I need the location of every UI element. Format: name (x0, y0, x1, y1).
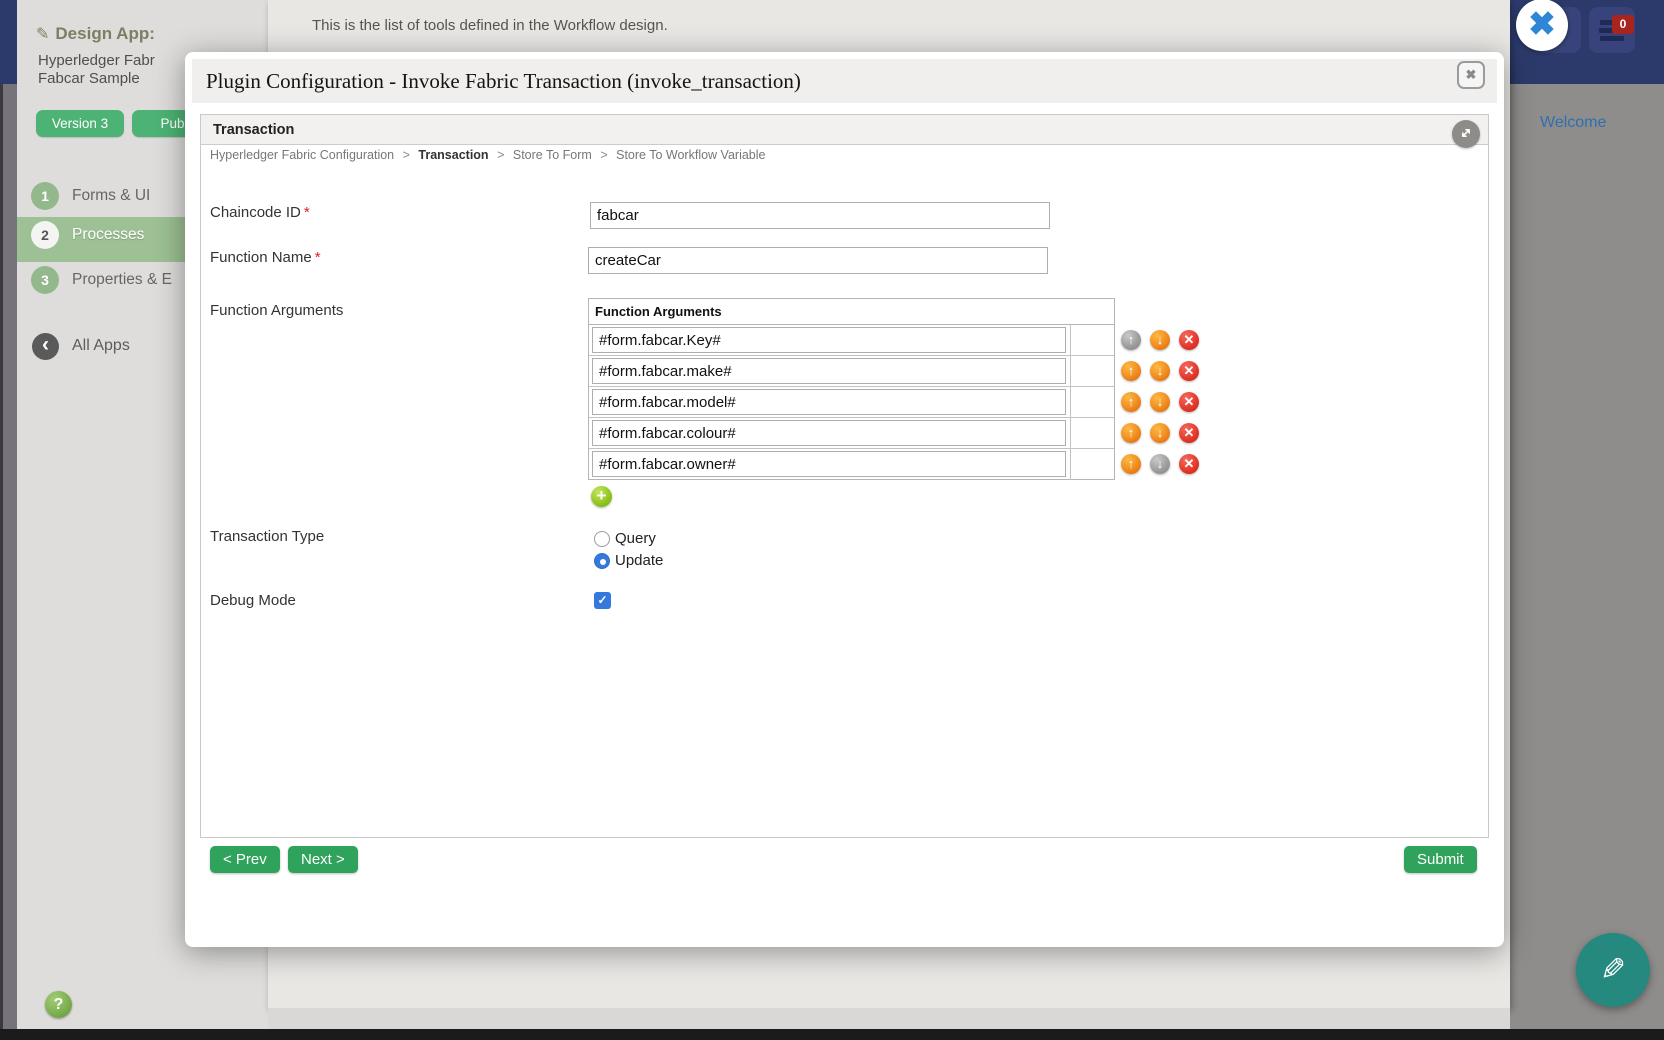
section-header: Transaction (201, 115, 1488, 145)
radio-query-label[interactable]: Query (615, 530, 656, 547)
move-down-icon: ↓ (1150, 454, 1170, 474)
add-argument-button[interactable]: + (591, 486, 612, 507)
expand-icon (1462, 129, 1470, 137)
help-button[interactable]: ? (45, 991, 72, 1018)
pencil-icon: ✎ (1600, 952, 1626, 987)
debug-mode-label: Debug Mode (210, 592, 296, 609)
move-down-icon[interactable]: ↓ (1150, 423, 1170, 443)
app-name: Hyperledger Fabr Fabcar Sample (38, 52, 155, 88)
table-row (589, 356, 1114, 387)
welcome-link[interactable]: Welcome (1540, 114, 1606, 132)
app-name-line1: Hyperledger Fabr (38, 52, 155, 69)
floating-close-button[interactable]: ✖ (1516, 0, 1568, 51)
function-arguments-table: Function Arguments (588, 298, 1115, 480)
transaction-type-label: Transaction Type (210, 528, 325, 545)
expand-dialog-button[interactable] (1452, 120, 1480, 148)
required-marker: * (314, 249, 321, 266)
function-arguments-label: Function Arguments (210, 302, 344, 319)
row-controls: ↑ ↓ ✕ (1121, 392, 1221, 412)
required-marker: * (303, 204, 310, 221)
edit-pencil-icon: ✎ (36, 26, 50, 43)
submit-button[interactable]: Submit (1404, 846, 1477, 873)
bottom-black-bar (0, 1029, 1664, 1040)
breadcrumb-segment: Store To Workflow Variable (616, 148, 766, 162)
function-name-input[interactable] (588, 247, 1048, 274)
step-number: 1 (31, 182, 59, 210)
move-up-icon[interactable]: ↑ (1121, 454, 1141, 474)
section-title: Transaction (213, 122, 295, 138)
argument-input[interactable] (592, 358, 1066, 384)
table-row (589, 387, 1114, 418)
sidebar-item-label: Processes (72, 226, 145, 243)
move-down-icon[interactable]: ↓ (1150, 330, 1170, 350)
prev-button[interactable]: < Prev (210, 846, 280, 873)
debug-mode-checkbox[interactable]: ✓ (594, 592, 611, 609)
delete-row-icon[interactable]: ✕ (1179, 392, 1199, 412)
plugin-configuration-dialog: Plugin Configuration - Invoke Fabric Tra… (185, 52, 1504, 947)
move-up-icon[interactable]: ↑ (1121, 392, 1141, 412)
move-down-icon[interactable]: ↓ (1150, 361, 1170, 381)
app-name-line2: Fabcar Sample (38, 70, 140, 87)
argument-input[interactable] (592, 389, 1066, 415)
wizard-breadcrumb: Hyperledger Fabric Configuration > Trans… (210, 148, 765, 162)
sidebar-item-label: Properties & E (72, 271, 172, 288)
checkmark-icon: ✓ (597, 593, 608, 607)
breadcrumb-segment: Store To Form (512, 148, 592, 162)
design-app-heading: ✎ Design App: (36, 24, 155, 43)
row-controls: ↑ ↓ ✕ (1121, 330, 1221, 350)
step-number: 3 (31, 266, 59, 294)
radio-update[interactable] (594, 553, 610, 569)
edit-fab-button[interactable]: ✎ (1576, 933, 1650, 1007)
tools-description-text: This is the list of tools defined in the… (312, 17, 668, 34)
move-up-icon[interactable]: ↑ (1121, 361, 1141, 381)
table-row (589, 449, 1114, 480)
breadcrumb-segment: Hyperledger Fabric Configuration (210, 148, 395, 162)
delete-row-icon[interactable]: ✕ (1179, 361, 1199, 381)
dialog-close-button[interactable]: ✖ (1457, 61, 1485, 89)
table-row (589, 418, 1114, 449)
table-row (589, 325, 1114, 356)
breadcrumb-separator: > (402, 148, 410, 162)
row-controls: ↑ ↓ ✕ (1121, 454, 1221, 474)
back-arrow-icon: ‹ (32, 333, 59, 360)
next-button[interactable]: Next > (288, 846, 358, 873)
below-panel-strip (268, 1008, 1510, 1029)
left-edge-strip (0, 84, 17, 1040)
breadcrumb-segment-current: Transaction (418, 148, 489, 162)
all-apps-label: All Apps (72, 337, 130, 354)
move-up-icon[interactable]: ↑ (1121, 423, 1141, 443)
radio-query[interactable] (594, 531, 610, 547)
function-name-label: Function Name * (210, 249, 321, 266)
sidebar-item-label: Forms & UI (72, 187, 151, 204)
chaincode-id-input[interactable] (590, 202, 1050, 229)
table-header: Function Arguments (589, 299, 1114, 325)
move-up-icon: ↑ (1121, 330, 1141, 350)
delete-row-icon[interactable]: ✕ (1179, 454, 1199, 474)
close-x-icon: ✖ (1465, 67, 1477, 82)
notification-badge: 0 (1612, 15, 1634, 34)
move-down-icon[interactable]: ↓ (1150, 392, 1170, 412)
argument-input[interactable] (592, 451, 1066, 477)
argument-input[interactable] (592, 420, 1066, 446)
breadcrumb-separator: > (497, 148, 505, 162)
delete-row-icon[interactable]: ✕ (1179, 423, 1199, 443)
delete-row-icon[interactable]: ✕ (1179, 330, 1199, 350)
radio-update-label[interactable]: Update (615, 552, 663, 569)
argument-input[interactable] (592, 327, 1066, 353)
close-x-icon: ✖ (1528, 5, 1556, 42)
version-badge[interactable]: Version 3 (36, 110, 124, 137)
row-controls: ↑ ↓ ✕ (1121, 361, 1221, 381)
dialog-titlebar: Plugin Configuration - Invoke Fabric Tra… (192, 59, 1497, 103)
dialog-title: Plugin Configuration - Invoke Fabric Tra… (206, 69, 801, 93)
chaincode-id-label: Chaincode ID * (210, 204, 310, 221)
breadcrumb-separator: > (600, 148, 608, 162)
step-number: 2 (31, 221, 59, 249)
row-controls: ↑ ↓ ✕ (1121, 423, 1221, 443)
